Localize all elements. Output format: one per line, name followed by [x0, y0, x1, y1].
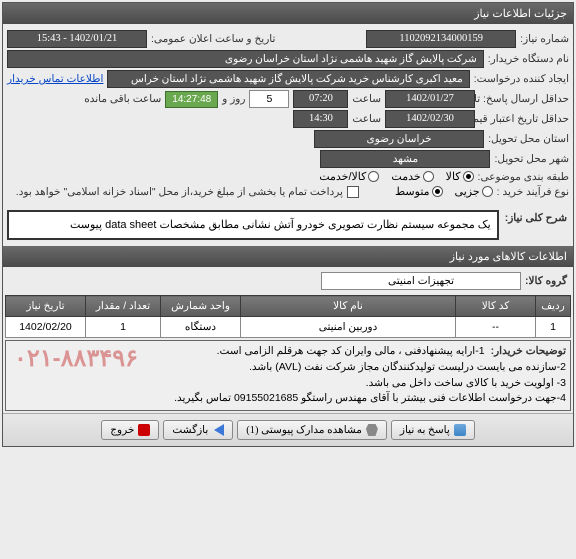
attachments-button[interactable]: مشاهده مدارک پیوستی (1) — [237, 420, 387, 440]
radio-mid[interactable]: متوسط — [395, 185, 443, 198]
province-field: خراسان رضوی — [314, 130, 484, 148]
valid-time: 14:30 — [293, 110, 348, 128]
col-name: نام کالا — [241, 296, 456, 317]
col-idx: ردیف — [536, 296, 571, 317]
goods-table: ردیف کد کالا نام کالا واحد شمارش تعداد /… — [5, 295, 571, 338]
radio-goods-label: کالا — [446, 170, 461, 183]
desc-box: یک مجموعه سیستم نظارت تصویری خودرو آتش ن… — [7, 210, 499, 240]
info-section: شماره نیاز: 1102092134000159 تاریخ و ساع… — [3, 24, 573, 204]
radio-both[interactable]: کالا/خدمت — [319, 170, 379, 183]
pub-date-field: 1402/01/21 - 15:43 — [7, 30, 147, 48]
category-label: طبقه بندی موضوعی: — [478, 171, 569, 183]
respond-button[interactable]: پاسخ به نیاز — [391, 420, 475, 440]
radio-dot-icon — [432, 186, 443, 197]
time-label-1: ساعت — [352, 93, 381, 105]
exit-label: خروج — [110, 424, 134, 436]
desc-label: شرح کلی نیاز: — [501, 206, 571, 230]
creator-field: معید اکبری کارشناس خرید شرکت پالایش گاز … — [107, 70, 469, 88]
col-code: کد کالا — [456, 296, 536, 317]
table-row[interactable]: 1 -- دوربین امنیتی دستگاه 1 1402/02/20 — [6, 317, 571, 338]
payment-checkbox[interactable] — [347, 186, 359, 198]
exit-button[interactable]: خروج — [101, 420, 159, 440]
note-line-3: 3- اولویت خرید با کالای ساخت داخل می باش… — [10, 376, 566, 392]
radio-low[interactable]: جزیی — [455, 185, 493, 198]
radio-mid-label: متوسط — [395, 185, 430, 198]
radio-goods[interactable]: کالا — [446, 170, 474, 183]
deadline-time: 07:20 — [293, 90, 348, 108]
province-label: استان محل تحویل: — [488, 133, 569, 145]
goods-title: اطلاعات کالاهای مورد نیاز — [3, 246, 573, 267]
radio-service-label: خدمت — [391, 170, 420, 183]
process-label: نوع فرآیند خرید : — [497, 186, 569, 198]
button-bar: پاسخ به نیاز مشاهده مدارک پیوستی (1) باز… — [3, 413, 573, 446]
radio-both-label: کالا/خدمت — [319, 170, 366, 183]
group-field: تجهیزات امنیتی — [321, 272, 521, 290]
deadline-label: حداقل ارسال پاسخ: تا تاریخ: — [479, 93, 569, 105]
main-panel: جزئیات اطلاعات نیاز شماره نیاز: 11020921… — [2, 2, 574, 447]
pub-date-label: تاریخ و ساعت اعلان عمومی: — [151, 33, 275, 45]
cell-name: دوربین امنیتی — [241, 317, 456, 338]
remaining-time-badge: 14:27:48 — [165, 91, 218, 108]
radio-low-label: جزیی — [455, 185, 480, 198]
deadline-date: 1402/01/27 — [385, 90, 475, 108]
panel-title: جزئیات اطلاعات نیاز — [3, 3, 573, 24]
cell-code: -- — [456, 317, 536, 338]
note-line-1: 1-ارایه پیشنهادفنی ، مالی وایران کد جهت … — [10, 344, 566, 360]
group-label: گروه کالا: — [525, 275, 567, 287]
back-button[interactable]: بازگشت — [163, 420, 233, 440]
req-no-field: 1102092134000159 — [366, 30, 516, 48]
buyer-note: توضیحات خریدار: 1-ارایه پیشنهادفنی ، مال… — [5, 340, 571, 411]
valid-date: 1402/02/30 — [385, 110, 475, 128]
radio-dot-icon — [423, 171, 434, 182]
city-field: مشهد — [320, 150, 490, 168]
cell-unit: دستگاه — [161, 317, 241, 338]
col-qty: تعداد / مقدار — [86, 296, 161, 317]
creator-label: ایجاد کننده درخواست: — [474, 73, 569, 85]
time-label-2: ساعت — [352, 113, 381, 125]
cell-qty: 1 — [86, 317, 161, 338]
note-line-4: 4-جهت درخواست اطلاعات فنی بیشتر با آقای … — [10, 391, 566, 407]
city-label: شهر محل تحویل: — [494, 153, 569, 165]
attach-label: مشاهده مدارک پیوستی (1) — [246, 424, 362, 436]
cell-idx: 1 — [536, 317, 571, 338]
radio-service[interactable]: خدمت — [391, 170, 433, 183]
payment-note: پرداخت تمام یا بخشی از مبلغ خرید،از محل … — [16, 186, 343, 198]
days-label: روز و — [222, 93, 245, 105]
col-unit: واحد شمارش — [161, 296, 241, 317]
note-line-2: 2-سازنده می بایست درلیست تولیدکنندگان مج… — [10, 360, 566, 376]
doc-icon — [454, 424, 466, 436]
exit-icon — [138, 424, 150, 436]
respond-label: پاسخ به نیاز — [400, 424, 450, 436]
buyer-field: شرکت پالایش گاز شهید هاشمی نژاد استان خر… — [7, 50, 484, 68]
remain-label: ساعت باقی مانده — [84, 93, 161, 105]
back-icon — [212, 424, 224, 436]
radio-dot-icon — [482, 186, 493, 197]
radio-dot-icon — [463, 171, 474, 182]
attachment-icon — [366, 424, 378, 436]
col-date: تاریخ نیاز — [6, 296, 86, 317]
req-no-label: شماره نیاز: — [520, 33, 569, 45]
back-label: بازگشت — [172, 424, 208, 436]
buyer-note-label: توضیحات خریدار: — [491, 344, 566, 360]
buyer-label: نام دستگاه خریدار: — [488, 53, 569, 65]
valid-label: حداقل تاریخ اعتبار قیمت: تا تاریخ: — [479, 113, 569, 125]
contact-link[interactable]: اطلاعات تماس خریدار — [7, 73, 103, 85]
days-field: 5 — [249, 90, 289, 108]
cell-date: 1402/02/20 — [6, 317, 86, 338]
radio-dot-icon — [368, 171, 379, 182]
